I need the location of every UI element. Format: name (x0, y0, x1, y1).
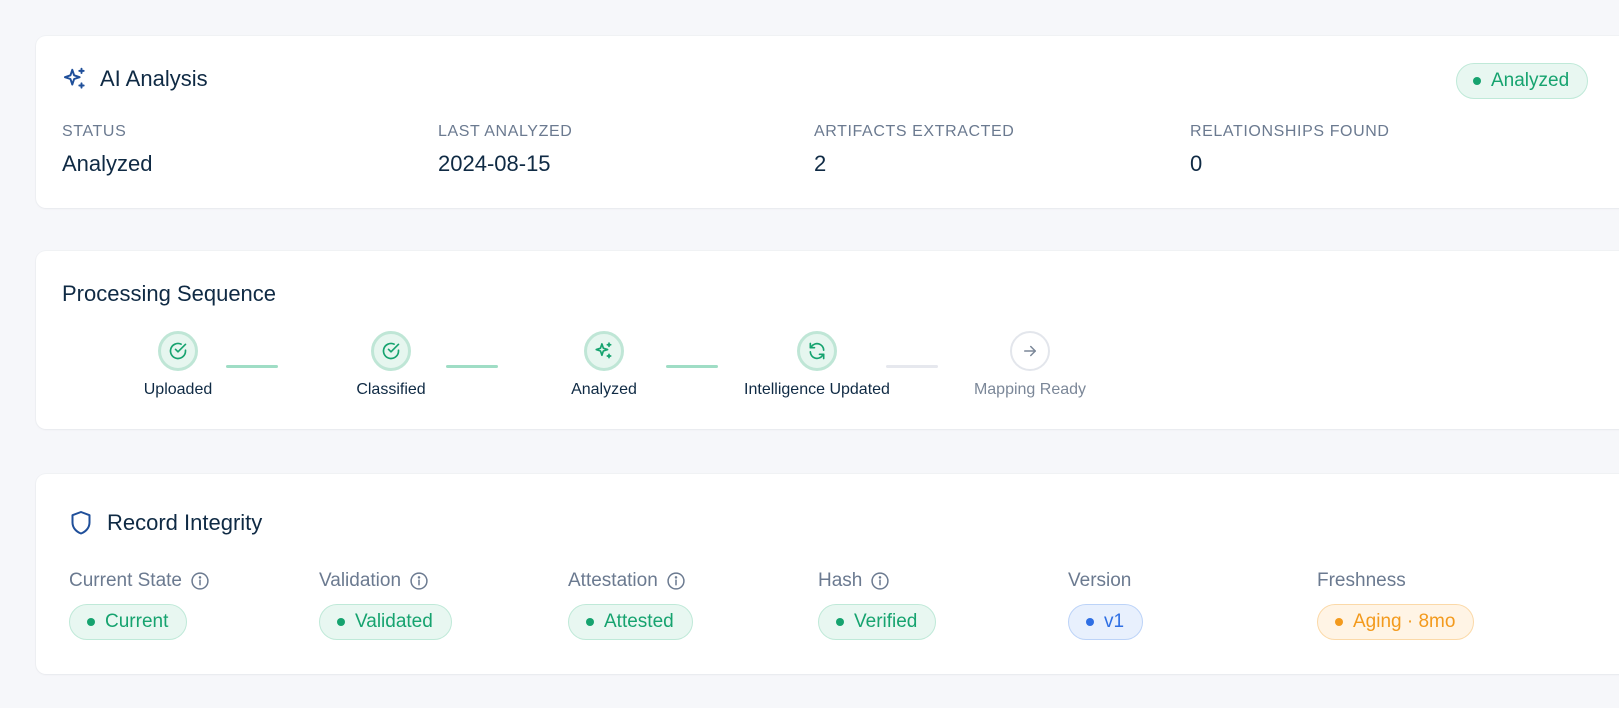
badge-label: Validated (355, 611, 433, 632)
attr-freshness: Freshness Aging · 8mo (1317, 568, 1475, 640)
status-dot (1086, 618, 1094, 626)
step-connector-pending (886, 365, 938, 368)
attestation-badge: Attested (568, 604, 693, 640)
ai-analysis-card: AI Analysis Analyzed STATUS Analyzed LAS… (36, 36, 1619, 208)
check-circle-icon (371, 331, 411, 371)
attr-label: Hash (818, 570, 863, 591)
badge-label: Attested (604, 611, 674, 632)
check-circle-icon (158, 331, 198, 371)
attr-attestation: Attestation Attested (568, 568, 693, 640)
ai-analysis-header: AI Analysis (62, 66, 208, 92)
badge-label: v1 (1104, 611, 1125, 632)
attr-label: Freshness (1317, 570, 1406, 591)
attr-label: Version (1068, 570, 1132, 591)
attr-hash: Hash Verified (818, 568, 937, 640)
record-integrity-title: Record Integrity (107, 510, 263, 535)
attr-version: Version v1 (1068, 568, 1144, 640)
info-icon[interactable] (870, 571, 890, 591)
attr-label: Current State (69, 570, 182, 591)
step-label: Mapping Ready (973, 381, 1087, 398)
stat-value: 2024-08-15 (438, 151, 551, 176)
info-icon[interactable] (409, 571, 429, 591)
analysis-status-badge: Analyzed (1456, 63, 1589, 99)
attr-label-row: Attestation (568, 568, 693, 594)
processing-sequence-card: Processing Sequence Uploaded Classified (36, 251, 1619, 429)
stat-artifacts-extracted: ARTIFACTS EXTRACTED 2 (814, 123, 1014, 177)
attr-label: Validation (319, 570, 402, 591)
step-label: Analyzed (571, 381, 637, 398)
shield-icon (69, 510, 93, 536)
status-dot (87, 618, 95, 626)
badge-label: Verified (854, 611, 918, 632)
sparkles-icon (584, 331, 624, 371)
record-integrity-card: Record Integrity Current State Current V… (36, 474, 1619, 674)
step-label: Classified (356, 381, 426, 398)
attr-label-row: Current State (69, 568, 210, 594)
processing-sequence-title: Processing Sequence (62, 281, 277, 306)
processing-steps: Uploaded Classified Analyzed Intelligenc… (36, 331, 1236, 411)
attr-validation: Validation Validated (319, 568, 452, 640)
stat-label: STATUS (62, 123, 127, 140)
badge-label: Aging · 8mo (1353, 611, 1456, 632)
stat-label: RELATIONSHIPS FOUND (1190, 123, 1390, 140)
stat-value: 2 (814, 151, 827, 176)
stat-label: ARTIFACTS EXTRACTED (814, 123, 1015, 140)
attr-label-row: Hash (818, 568, 936, 594)
status-dot (836, 618, 844, 626)
stat-status: STATUS Analyzed (62, 123, 153, 177)
version-badge: v1 (1068, 604, 1144, 640)
analysis-stats: STATUS Analyzed LAST ANALYZED 2024-08-15… (62, 123, 1602, 183)
stat-label: LAST ANALYZED (438, 123, 573, 140)
stat-value: Analyzed (62, 151, 153, 176)
step-connector (666, 365, 718, 368)
attr-label: Attestation (568, 570, 658, 591)
step-label: Uploaded (143, 381, 213, 398)
status-badge-label: Analyzed (1491, 70, 1570, 91)
attr-label-row: Freshness (1317, 568, 1474, 594)
stat-last-analyzed: LAST ANALYZED 2024-08-15 (438, 123, 572, 177)
stat-relationships-found: RELATIONSHIPS FOUND 0 (1190, 123, 1390, 177)
stat-value: 0 (1190, 151, 1203, 176)
status-dot (1335, 618, 1343, 626)
integrity-attributes: Current State Current Validation Validat… (69, 568, 1609, 648)
freshness-badge: Aging · 8mo (1317, 604, 1475, 640)
record-integrity-header: Record Integrity (69, 510, 262, 536)
step-connector (446, 365, 498, 368)
status-dot (337, 618, 345, 626)
refresh-icon (797, 331, 837, 371)
current-state-badge: Current (69, 604, 188, 640)
sparkles-icon (62, 66, 88, 92)
status-dot (1473, 77, 1481, 85)
step-connector (226, 365, 278, 368)
hash-badge: Verified (818, 604, 937, 640)
attr-label-row: Version (1068, 568, 1143, 594)
arrow-right-icon (1010, 331, 1050, 371)
info-icon[interactable] (190, 571, 210, 591)
validation-badge: Validated (319, 604, 452, 640)
ai-analysis-title: AI Analysis (100, 66, 208, 91)
badge-label: Current (105, 611, 169, 632)
step-label: Intelligence Updated (744, 381, 890, 398)
attr-current-state: Current State Current (69, 568, 210, 640)
attr-label-row: Validation (319, 568, 452, 594)
status-dot (586, 618, 594, 626)
step-mapping-ready: Mapping Ready (930, 331, 1130, 399)
info-icon[interactable] (666, 571, 686, 591)
